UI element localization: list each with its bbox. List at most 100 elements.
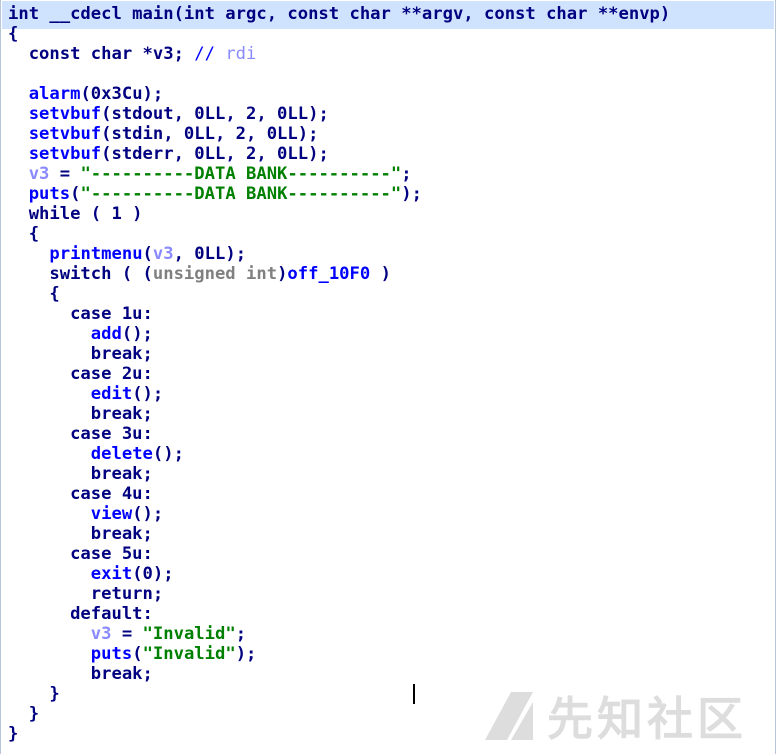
pseudocode-view[interactable]: int __cdecl main(int argc, const char **… [0,0,776,754]
code-line[interactable]: { [8,24,670,44]
code-token: case 1u: [8,304,153,324]
code-token: "----------DATA BANK----------" [80,184,402,204]
code-token: "Invalid" [142,644,236,664]
code-token: off_10F0 [287,264,371,284]
code-token: "----------DATA BANK----------" [80,164,402,184]
code-token: } [8,684,60,704]
code-token: break; [8,524,153,544]
code-token: ); [401,184,422,204]
code-token: (stderr, 0LL, 2, 0LL); [101,144,329,164]
code-token: = [111,624,143,644]
code-token: delete [90,444,153,464]
code-token: while ( 1 ) [8,204,143,224]
code-line[interactable]: case 2u: [8,364,670,384]
code-line[interactable]: case 4u: [8,484,670,504]
code-token: } [8,724,19,744]
code-token: int __cdecl main(int argc, const char **… [8,4,671,24]
code-token: add [90,324,122,344]
code-line[interactable]: case 3u: [8,424,670,444]
code-line[interactable] [8,64,670,84]
code-token: ) [277,264,288,284]
code-line[interactable]: edit(); [8,384,670,404]
code-token: (); [152,444,184,464]
code-line[interactable]: case 1u: [8,304,670,324]
code-token: setvbuf [28,144,102,164]
code-line[interactable]: exit(0); [8,564,670,584]
code-token: ( [70,184,81,204]
code-line[interactable]: v3 = "Invalid"; [8,624,670,644]
code-line[interactable]: delete(); [8,444,670,464]
code-line[interactable]: const char *v3; // rdi [8,44,670,64]
code-token: (stdout, 0LL, 2, 0LL); [101,104,329,124]
code-token: { [8,284,60,304]
code-line[interactable]: add(); [8,324,670,344]
code-token: (); [132,504,164,524]
code-token: case 5u: [8,544,153,564]
code-token: (); [132,384,164,404]
code-line[interactable]: alarm(0x3Cu); [8,84,670,104]
text-cursor [413,684,415,704]
code-line[interactable]: int __cdecl main(int argc, const char **… [8,4,670,24]
watermark-text: 先知社区 [547,692,747,746]
code-token: (0x3Cu); [80,84,164,104]
code-line[interactable]: break; [8,404,670,424]
code-token: puts [90,644,133,664]
code-token: { [8,24,19,44]
code-line[interactable]: return; [8,584,670,604]
code-token: v3 [152,244,174,264]
code-line[interactable]: case 5u: [8,544,670,564]
code-line[interactable]: while ( 1 ) [8,204,670,224]
code-token: edit [90,384,133,404]
code-token: (0); [132,564,174,584]
code-token: return; [8,584,164,604]
code-line[interactable]: default: [8,604,670,624]
code-line[interactable]: puts("----------DATA BANK----------"); [8,184,670,204]
code-line[interactable]: view(); [8,504,670,524]
code-token: alarm [28,84,81,104]
code-line[interactable]: { [8,284,670,304]
code-token: case 2u: [8,364,153,384]
code-token: (stdin, 0LL, 2, 0LL); [101,124,319,144]
code-line[interactable]: break; [8,464,670,484]
code-line[interactable]: setvbuf(stdout, 0LL, 2, 0LL); [8,104,670,124]
code-token: ; [235,624,247,644]
watermark: 先知社区 [481,686,761,746]
code-token: rdi [225,44,257,64]
code-line[interactable]: break; [8,344,670,364]
code-token: setvbuf [28,104,102,124]
code-token: break; [8,344,153,364]
code-token: v3 [28,164,50,184]
code-line[interactable]: puts("Invalid"); [8,644,670,664]
code-line[interactable]: v3 = "----------DATA BANK----------"; [8,164,670,184]
code-token: , 0LL); [173,244,247,264]
code-token: break; [8,404,153,424]
code-lines[interactable]: int __cdecl main(int argc, const char **… [8,4,670,744]
code-token: ); [235,644,257,664]
code-line[interactable]: printmenu(v3, 0LL); [8,244,670,264]
code-token: { [8,224,40,244]
code-line[interactable]: { [8,224,670,244]
code-token: case 3u: [8,424,153,444]
code-token: // [194,44,226,64]
xianzhi-logo-icon [485,692,533,740]
code-token: "Invalid" [142,624,236,644]
code-line[interactable]: setvbuf(stdin, 0LL, 2, 0LL); [8,124,670,144]
code-token: switch ( ( [8,264,153,284]
code-line[interactable]: switch ( (unsigned int)off_10F0 ) [8,264,670,284]
code-line[interactable]: setvbuf(stderr, 0LL, 2, 0LL); [8,144,670,164]
code-line[interactable]: break; [8,524,670,544]
code-line[interactable]: break; [8,664,670,684]
code-token: ; [401,164,412,184]
code-token: break; [8,464,153,484]
code-token: ) [370,264,391,284]
